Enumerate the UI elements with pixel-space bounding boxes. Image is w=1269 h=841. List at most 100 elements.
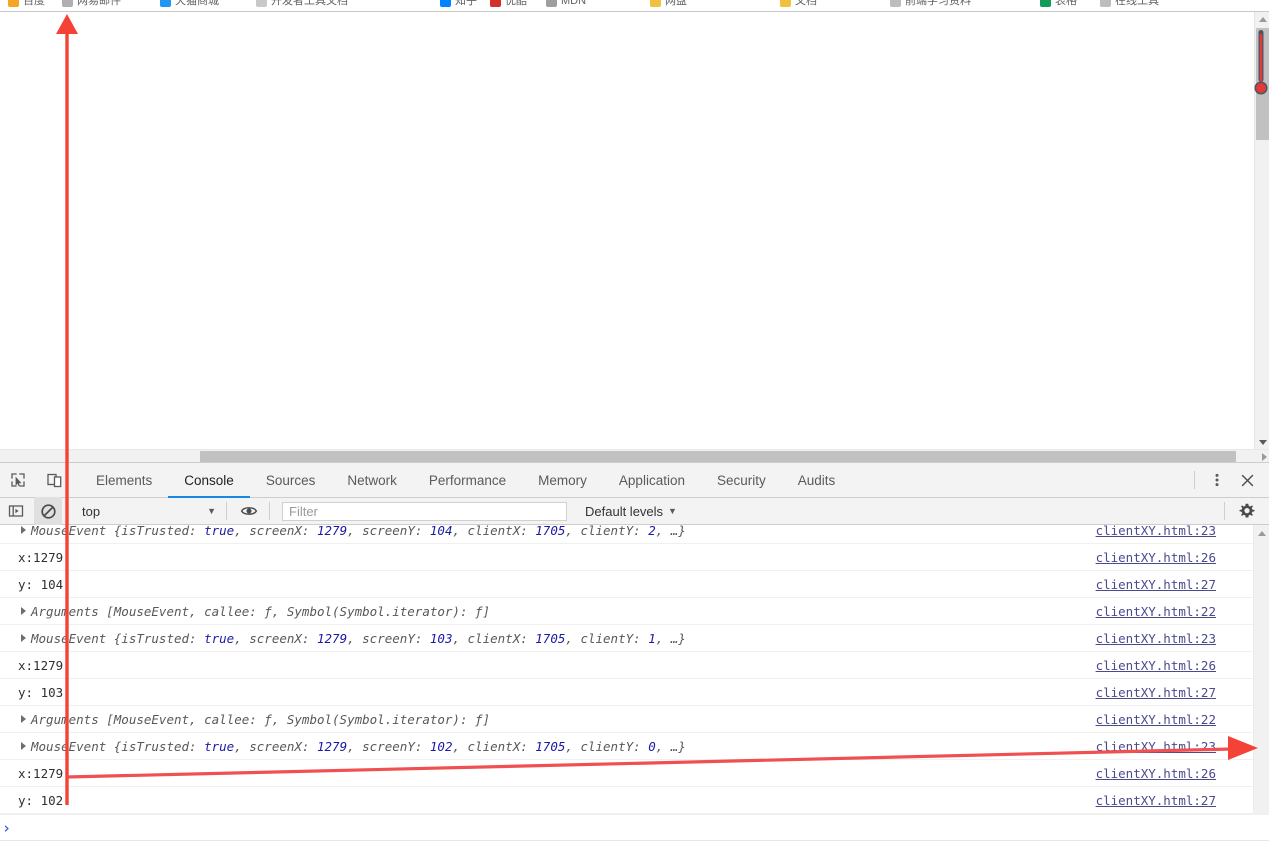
console-message-text: x:1279 <box>18 657 64 673</box>
bookmark-item[interactable]: 前端学习资料 <box>890 0 1000 8</box>
page-horizontal-scrollbar-thumb[interactable] <box>200 451 1236 462</box>
bookmark-item[interactable]: 百度 <box>8 0 54 8</box>
devtools-panel: Elements Console Sources Network Perform… <box>0 462 1269 841</box>
console-message-row[interactable]: x:1279 clientXY.html:26 <box>0 652 1253 679</box>
prompt-chevron-icon: › <box>2 818 12 837</box>
console-source-link[interactable]: clientXY.html:27 <box>1096 577 1216 592</box>
bookmark-item[interactable]: 网盘 <box>650 0 694 8</box>
tab-sources[interactable]: Sources <box>250 463 332 498</box>
page-vertical-scrollbar-thumb[interactable] <box>1256 28 1269 140</box>
tab-memory[interactable]: Memory <box>522 463 603 498</box>
page-vertical-scrollbar[interactable] <box>1254 12 1269 449</box>
console-source-link[interactable]: clientXY.html:27 <box>1096 793 1216 808</box>
tab-console[interactable]: Console <box>168 463 250 498</box>
scroll-up-arrow-icon[interactable] <box>1255 12 1269 26</box>
console-sidebar-icon[interactable] <box>2 497 30 525</box>
bookmark-label: 知乎 <box>455 0 477 7</box>
disclosure-triangle-icon[interactable] <box>21 526 26 534</box>
bookmark-favicon-icon <box>1040 0 1051 7</box>
bookmark-item[interactable]: 优酷 <box>490 0 534 8</box>
execution-context-select[interactable]: top ▼ <box>72 500 222 522</box>
bookmark-favicon-icon <box>62 0 73 7</box>
console-message-row[interactable]: MouseEvent {isTrusted: true, screenX: 12… <box>0 625 1253 652</box>
bookmark-label: MDN <box>561 0 586 7</box>
disclosure-triangle-icon[interactable] <box>21 715 26 723</box>
console-source-link[interactable]: clientXY.html:22 <box>1096 712 1216 727</box>
console-toolbar-actions <box>1218 497 1269 525</box>
bookmark-item[interactable]: 文档 <box>780 0 824 8</box>
tab-audits[interactable]: Audits <box>782 463 852 498</box>
bookmark-favicon-icon <box>440 0 451 7</box>
console-message-text: MouseEvent {isTrusted: true, screenX: 12… <box>31 525 686 538</box>
tab-elements[interactable]: Elements <box>80 463 168 498</box>
more-options-kebab-icon[interactable] <box>1203 466 1231 494</box>
console-source-link[interactable]: clientXY.html:26 <box>1096 550 1216 565</box>
live-expression-eye-icon[interactable] <box>235 497 263 525</box>
devtools-tab-list: Elements Console Sources Network Perform… <box>80 463 851 498</box>
console-message-row[interactable]: x:1279 clientXY.html:26 <box>0 760 1253 787</box>
disclosure-triangle-icon[interactable] <box>21 742 26 750</box>
console-source-link[interactable]: clientXY.html:26 <box>1096 658 1216 673</box>
console-message-row[interactable]: x:1279 clientXY.html:26 <box>0 544 1253 571</box>
console-message-row[interactable]: MouseEvent {isTrusted: true, screenX: 12… <box>0 733 1253 760</box>
bookmark-favicon-icon <box>490 0 501 7</box>
devtools-tabbar-actions <box>1188 463 1269 498</box>
console-prompt[interactable]: › <box>0 814 1269 841</box>
console-message-text: MouseEvent {isTrusted: true, screenX: 12… <box>31 738 686 754</box>
bookmark-item[interactable]: 表格 <box>1040 0 1082 8</box>
settings-gear-icon[interactable] <box>1233 497 1261 525</box>
scroll-up-arrow-icon[interactable] <box>1254 527 1269 539</box>
console-filter-placeholder: Filter <box>289 503 318 519</box>
bookmark-favicon-icon <box>890 0 901 7</box>
console-message-list[interactable]: MouseEvent {isTrusted: true, screenX: 12… <box>0 525 1269 814</box>
console-message-row[interactable]: Arguments [MouseEvent, callee: ƒ, Symbol… <box>0 598 1253 625</box>
bookmark-label: 百度 <box>23 0 45 7</box>
bookmark-label: 优酷 <box>505 0 527 7</box>
console-source-link[interactable]: clientXY.html:27 <box>1096 685 1216 700</box>
bookmark-favicon-icon <box>780 0 791 7</box>
bookmark-favicon-icon <box>160 0 171 7</box>
devtools-tabbar: Elements Console Sources Network Perform… <box>0 463 1269 498</box>
disclosure-triangle-icon[interactable] <box>21 607 26 615</box>
device-toolbar-icon[interactable] <box>40 466 68 494</box>
bookmark-item[interactable]: 天猫商城 <box>160 0 246 8</box>
tab-security[interactable]: Security <box>701 463 782 498</box>
log-levels-select[interactable]: Default levels ▼ <box>585 504 677 519</box>
bookmark-label: 天猫商城 <box>175 0 219 7</box>
console-source-link[interactable]: clientXY.html:23 <box>1096 525 1216 538</box>
console-message-text: Arguments [MouseEvent, callee: ƒ, Symbol… <box>31 603 491 619</box>
clear-console-icon[interactable] <box>34 497 62 525</box>
toolbar-divider <box>226 502 227 520</box>
console-message-row[interactable]: y: 104 clientXY.html:27 <box>0 571 1253 598</box>
bookmark-label: 网易邮件 <box>77 0 121 7</box>
console-message-row[interactable]: y: 102 clientXY.html:27 <box>0 787 1253 814</box>
console-source-link[interactable]: clientXY.html:26 <box>1096 766 1216 781</box>
console-source-link[interactable]: clientXY.html:23 <box>1096 739 1216 754</box>
console-message-text: Arguments [MouseEvent, callee: ƒ, Symbol… <box>31 711 491 727</box>
close-devtools-icon[interactable] <box>1233 466 1261 494</box>
console-message-row[interactable]: MouseEvent {isTrusted: true, screenX: 12… <box>0 525 1253 544</box>
execution-context-value: top <box>82 503 101 519</box>
bookmark-item[interactable]: 在线工具 <box>1100 0 1190 8</box>
bookmark-favicon-icon <box>650 0 661 7</box>
console-message-row[interactable]: y: 103 clientXY.html:27 <box>0 679 1253 706</box>
tab-network[interactable]: Network <box>331 463 413 498</box>
console-message-text: y: 102 <box>18 792 64 808</box>
page-horizontal-scrollbar[interactable] <box>0 449 1269 462</box>
bookmark-item[interactable]: 知乎 <box>440 0 480 8</box>
console-vertical-scrollbar[interactable] <box>1253 525 1269 814</box>
bookmarks-bar: 百度 网易邮件 天猫商城 开发者工具文档 知乎 优酷 MDN 网盘 文档 前端学习资料 表格 在线工具 <box>0 0 1269 11</box>
inspect-element-icon[interactable] <box>4 466 32 494</box>
console-source-link[interactable]: clientXY.html:22 <box>1096 604 1216 619</box>
disclosure-triangle-icon[interactable] <box>21 634 26 642</box>
tab-application[interactable]: Application <box>603 463 701 498</box>
bookmark-item[interactable]: 开发者工具文档 <box>256 0 396 8</box>
bookmark-item[interactable]: MDN <box>546 0 586 8</box>
console-source-link[interactable]: clientXY.html:23 <box>1096 631 1216 646</box>
console-message-text: y: 103 <box>18 684 64 700</box>
console-filter-input[interactable]: Filter <box>282 501 567 521</box>
console-message-row[interactable]: Arguments [MouseEvent, callee: ƒ, Symbol… <box>0 706 1253 733</box>
bookmark-item[interactable]: 网易邮件 <box>62 0 122 8</box>
scroll-down-arrow-icon[interactable] <box>1255 435 1269 449</box>
tab-performance[interactable]: Performance <box>413 463 522 498</box>
